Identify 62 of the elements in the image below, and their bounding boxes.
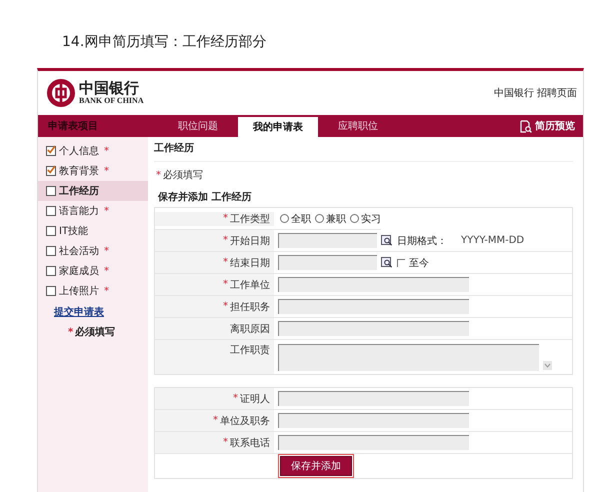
text-field[interactable] (278, 321, 469, 336)
radio-option[interactable]: 全职 (280, 212, 311, 226)
form-label: * 开始日期 (155, 230, 274, 251)
checkbox[interactable] (46, 286, 56, 296)
text-area[interactable] (278, 344, 539, 370)
date-field[interactable] (278, 255, 377, 270)
preview-icon[interactable] (520, 120, 532, 132)
required-mark: * (68, 327, 74, 338)
submit-link[interactable]: 提交申请表 (38, 301, 148, 319)
radio-option[interactable]: 实习 (350, 212, 381, 226)
calendar-icon[interactable] (381, 235, 393, 246)
text-field[interactable] (278, 391, 469, 406)
form-label: * 单位及职务 (155, 410, 274, 431)
form-label: 工作职责 (155, 340, 274, 374)
text-field[interactable] (278, 299, 469, 314)
logo-subtitle: BANK OF CHINA (79, 96, 144, 106)
until-now-checkbox[interactable]: 至今 (397, 256, 429, 270)
checkbox[interactable] (46, 226, 56, 236)
save-add-button[interactable]: 保存并添加 (280, 456, 352, 476)
checkbox[interactable] (46, 246, 56, 256)
required-note: 必须填写 (163, 170, 203, 181)
caption: 14.网申简历填写：工作经历部分 (61, 33, 268, 52)
checkbox[interactable] (46, 206, 56, 216)
sidebar-item[interactable]: IT技能 (38, 221, 148, 241)
form-label: 离职原因 (155, 318, 274, 339)
sidebar-item[interactable]: 个人信息 * (38, 141, 148, 161)
logo-name: 中国银行 (79, 80, 140, 97)
radio-option[interactable]: 兼职 (315, 212, 346, 226)
checkbox[interactable] (46, 146, 56, 156)
required-note: 必须填写 (75, 327, 116, 338)
form-label: * 结束日期 (155, 252, 274, 273)
section-label: 申请表项目 (47, 120, 99, 134)
date-format-label: 日期格式： (397, 234, 447, 248)
text-field[interactable] (278, 277, 469, 292)
sidebar-item[interactable]: 社会活动 * (38, 241, 148, 261)
required-mark: * (156, 170, 161, 181)
logo-icon (47, 79, 75, 107)
sidebar-item[interactable]: 语言能力 * (38, 201, 148, 221)
recruitment-link[interactable]: 中国银行 招聘页面 (494, 86, 577, 100)
sidebar-item[interactable]: 家庭成员 * (38, 261, 148, 281)
checkbox[interactable] (46, 166, 56, 176)
form-label: * 工作单位 (155, 274, 274, 295)
nav-tab[interactable]: 我的申请表 (238, 117, 318, 137)
sidebar-item[interactable]: 教育背景 * (38, 161, 148, 181)
sidebar-item[interactable]: 上传照片 * (38, 281, 148, 301)
calendar-icon[interactable] (381, 257, 393, 268)
preview-link[interactable]: 简历预览 (535, 119, 575, 133)
form-label: * 联系电话 (155, 432, 274, 453)
sidebar-item[interactable]: 工作经历 (38, 181, 148, 201)
form-label: * 担任职务 (155, 296, 274, 317)
checkbox[interactable] (46, 186, 56, 196)
nav-tab[interactable]: 应聘职位 (318, 115, 398, 137)
form-label: * 工作类型 (155, 212, 274, 226)
date-format: YYYY-MM-DD (461, 235, 524, 246)
checkbox[interactable] (46, 266, 56, 276)
section-title: 工作经历 (154, 141, 573, 162)
form-label: * 证明人 (155, 388, 274, 409)
form-title: 保存并添加 工作经历 (156, 190, 252, 205)
nav-tab[interactable]: 职位问题 (158, 115, 238, 137)
text-field[interactable] (278, 435, 469, 450)
date-field[interactable] (278, 233, 377, 248)
text-field[interactable] (278, 413, 469, 428)
